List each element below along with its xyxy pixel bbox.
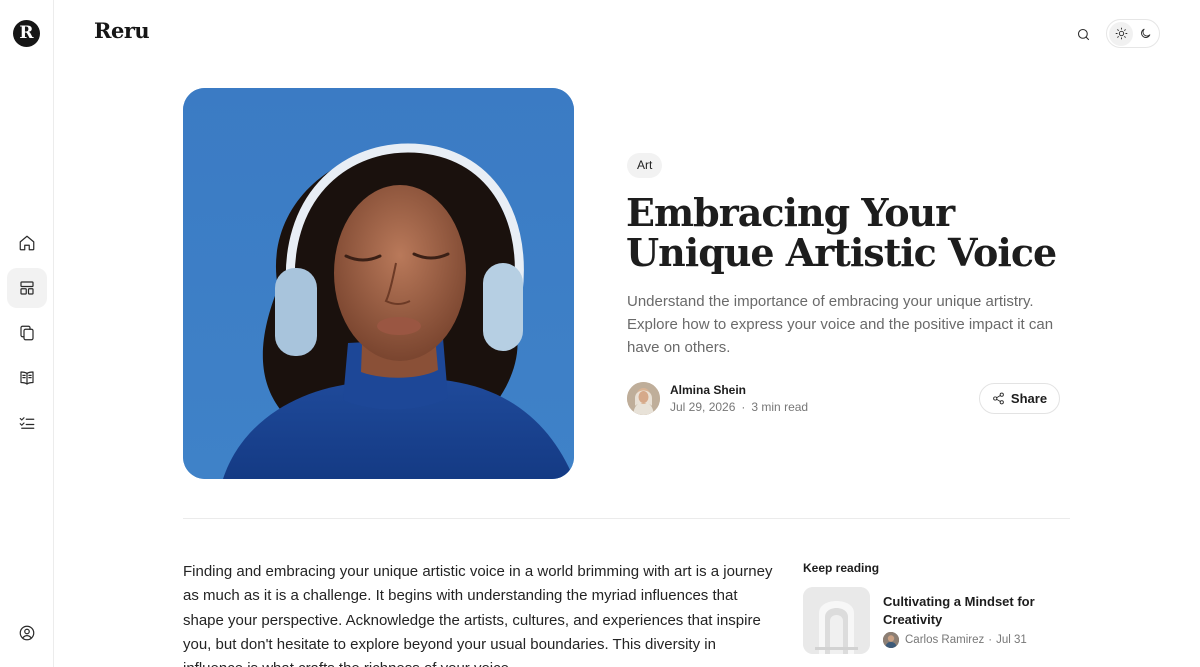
related-date: Jul 31: [996, 634, 1027, 646]
search-icon: [1077, 28, 1089, 40]
light-mode-option[interactable]: [1109, 21, 1133, 46]
sidebar-item-home[interactable]: [7, 223, 47, 263]
meta-separator: ·: [741, 400, 746, 414]
share-button[interactable]: Share: [979, 383, 1060, 414]
article-body: Finding and embracing your unique artist…: [183, 563, 773, 667]
sidebar: R: [0, 0, 54, 667]
publish-date: Jul 29, 2026: [670, 400, 736, 414]
sidebar-item-reading[interactable]: [7, 358, 47, 398]
related-article-meta: Carlos Ramirez · Jul 31: [905, 634, 1027, 646]
sidebar-item-layout[interactable]: [7, 268, 47, 308]
sidebar-item-documents[interactable]: [7, 313, 47, 353]
section-divider: [183, 518, 1070, 519]
article-excerpt: Understand the importance of embracing y…: [627, 293, 1054, 356]
share-icon: [993, 392, 1004, 405]
meta-separator: ·: [988, 634, 993, 646]
book-open-icon: [20, 371, 34, 385]
article-title: Embracing Your Unique Artistic Voice: [626, 190, 1057, 275]
related-article-thumbnail[interactable]: [803, 587, 870, 654]
search-button[interactable]: [1072, 23, 1094, 45]
home-icon: [19, 235, 35, 251]
sun-icon: [1115, 27, 1127, 40]
user-circle-icon: [19, 625, 35, 641]
category-tag[interactable]: Art: [627, 153, 663, 178]
read-time: 3 min read: [751, 400, 809, 414]
author-name[interactable]: Almina Shein: [670, 383, 746, 397]
profile-button[interactable]: [7, 613, 47, 653]
moon-icon: [1140, 28, 1150, 38]
checklist-icon: [19, 417, 35, 429]
article-meta: Jul 29, 2026 · 3 min read: [670, 400, 808, 414]
related-author-avatar: [883, 632, 899, 648]
logo[interactable]: R: [13, 20, 40, 47]
related-author-name[interactable]: Carlos Ramirez: [905, 634, 984, 646]
copy-icon: [20, 325, 34, 341]
share-label: Share: [1010, 391, 1048, 406]
author-avatar[interactable]: [627, 382, 660, 415]
brand-name[interactable]: Reru: [94, 18, 150, 43]
sidebar-item-tasks[interactable]: [7, 403, 47, 443]
dark-mode-option[interactable]: [1133, 22, 1157, 46]
keep-reading-heading: Keep reading: [803, 561, 880, 575]
theme-toggle[interactable]: [1106, 19, 1160, 48]
hero-image: [183, 88, 574, 479]
layout-icon: [20, 281, 34, 295]
related-article-title[interactable]: Cultivating a Mindset for Creativity: [883, 593, 1073, 628]
